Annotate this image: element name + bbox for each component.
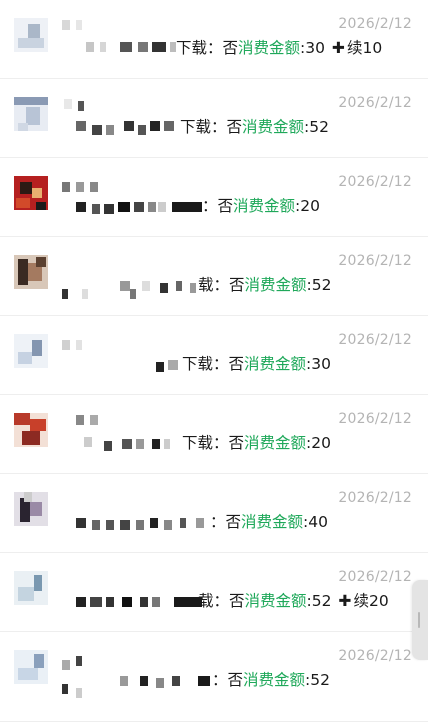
record-detail: 下载：否消费金额:30 ✚ 续10 <box>0 37 428 59</box>
download-value: 否 <box>225 513 242 531</box>
amount-value: :20 <box>306 434 331 452</box>
record-date: 2026/2/12 <box>338 174 412 190</box>
download-label: ： <box>210 513 226 531</box>
amount-value: :20 <box>295 197 320 215</box>
download-label: 下载： <box>180 118 227 136</box>
amount-label: 消费金额 <box>244 355 307 373</box>
record-date: 2026/2/12 <box>338 16 412 32</box>
amount-value: :52 <box>306 276 332 294</box>
download-value: 否 <box>226 118 243 136</box>
list-item[interactable]: 2026/2/12 载：否消费金额:52 <box>0 237 428 316</box>
amount-label: 消费金额 <box>233 197 296 215</box>
record-date: 2026/2/12 <box>338 648 412 664</box>
amount-value: :30 <box>300 39 325 57</box>
record-date: 2026/2/12 <box>338 411 412 427</box>
record-detail: 载：否消费金额:52 ✚ 续20 <box>0 590 428 612</box>
record-detail: 下载：否消费金额:20 <box>0 432 428 454</box>
record-date: 2026/2/12 <box>338 490 412 506</box>
download-label: 下载： <box>182 434 229 452</box>
record-detail: ：否消费金额:20 <box>0 195 428 217</box>
amount-value: :52 <box>304 118 329 136</box>
list-item[interactable]: 2026/2/12 ：否消费金额:52 <box>0 632 428 722</box>
amount-value: :52 <box>305 671 330 689</box>
amount-value: :30 <box>306 355 331 373</box>
list-item[interactable]: 2026/2/12 载：否消费金额:52 ✚ 续20 <box>0 553 428 632</box>
amount-label: 消费金额 <box>244 434 307 452</box>
download-label: 载： <box>198 592 230 610</box>
renew-value: 10 <box>362 39 383 57</box>
amount-label: 消费金额 <box>238 39 301 57</box>
record-detail: 下载：否消费金额:52 <box>0 116 428 138</box>
list-item[interactable]: 2026/2/12 ：否消费金额:40 <box>0 474 428 553</box>
record-date: 2026/2/12 <box>338 569 412 585</box>
record-date: 2026/2/12 <box>338 95 412 111</box>
record-detail: ：否消费金额:52 <box>0 669 428 691</box>
amount-label: 消费金额 <box>242 118 305 136</box>
download-value: 否 <box>227 671 244 689</box>
download-value: 否 <box>217 197 234 215</box>
amount-label: 消费金额 <box>244 276 307 294</box>
list-item[interactable]: 2026/2/12 下载：否消费金额:30 <box>0 316 428 395</box>
download-value: 否 <box>228 434 245 452</box>
list-item[interactable]: 2026/2/12 下载：否消费金额:52 <box>0 79 428 158</box>
download-value: 否 <box>229 592 245 610</box>
download-value: 否 <box>228 355 245 373</box>
amount-label: 消费金额 <box>241 513 304 531</box>
record-detail: 下载：否消费金额:30 <box>0 353 428 375</box>
amount-value: :40 <box>303 513 328 531</box>
renew-value: 20 <box>368 592 389 610</box>
download-label: ： <box>202 197 218 215</box>
plus-icon: ✚ <box>338 592 352 610</box>
download-value: 否 <box>229 276 245 294</box>
download-label: 下载： <box>182 355 229 373</box>
list-item[interactable]: 2026/2/12 下载：否消费金额:30 ✚ 续10 <box>0 0 428 79</box>
list-item[interactable]: 2026/2/12 下载：否消费金额:20 <box>0 395 428 474</box>
renew-label: 续 <box>346 39 363 57</box>
order-record-list: 2026/2/12 下载：否消费金额:30 ✚ 续10 2026/2/12 下载… <box>0 0 428 722</box>
record-detail: 载：否消费金额:52 <box>0 274 428 296</box>
list-item[interactable]: 2026/2/12 ：否消费金额:20 <box>0 158 428 237</box>
record-date: 2026/2/12 <box>338 332 412 348</box>
record-detail: ：否消费金额:40 <box>0 511 428 533</box>
download-value: 否 <box>222 39 239 57</box>
amount-label: 消费金额 <box>244 592 307 610</box>
download-label: 载： <box>198 276 230 294</box>
record-date: 2026/2/12 <box>338 253 412 269</box>
plus-icon: ✚ <box>331 39 345 57</box>
amount-label: 消费金额 <box>243 671 306 689</box>
renew-label: 续 <box>353 592 369 610</box>
download-label: ： <box>212 671 228 689</box>
amount-value: :52 <box>306 592 332 610</box>
download-label: 下载： <box>176 39 223 57</box>
scroll-handle-icon[interactable] <box>412 580 428 660</box>
